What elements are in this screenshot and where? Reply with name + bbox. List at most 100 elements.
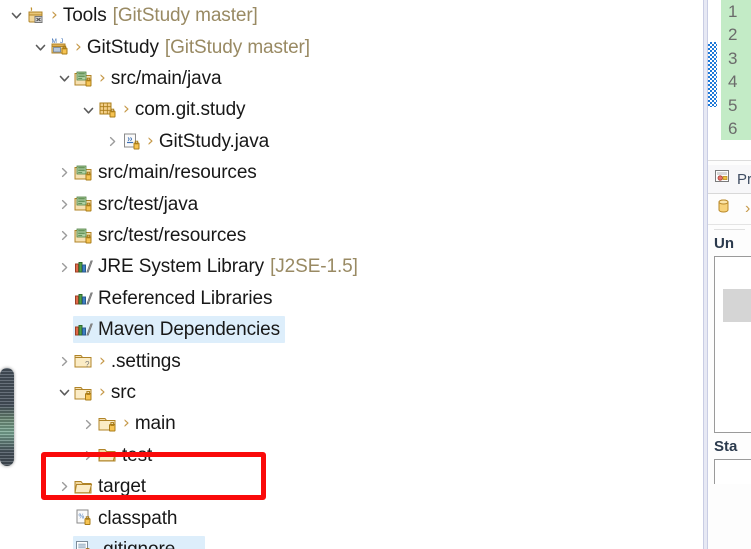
chevron-right-icon[interactable] [56,355,73,368]
maven-java-project-icon: MJ [49,36,71,58]
tree-row-label: src/main/java [110,68,222,90]
chevron-right-icon: › [745,200,751,217]
text-editor[interactable]: 1 2 3 4 5 6 [708,0,751,161]
chevron-right-icon[interactable] [80,418,97,431]
tree-row[interactable]: Maven Dependencies [0,314,703,345]
git-staging-toolbar[interactable]: › [708,194,751,225]
tree-row-suffix: [GitStudy master] [164,36,310,58]
folder-icon [97,444,119,466]
chevron-right-icon[interactable] [56,261,73,274]
tree-row-label: test [122,444,153,466]
library-icon [73,256,95,278]
tree-row[interactable]: M J › GitStudy [GitStudy master] [0,31,703,62]
chevron-right-icon[interactable] [56,198,73,211]
tree-row[interactable]: › src/main/java [0,63,703,94]
decorator-chevron-icon: › [99,68,106,89]
staged-changes-title: Sta [714,438,738,455]
source-folder-icon [73,193,95,215]
repository-icon[interactable] [716,198,738,220]
tree-row[interactable]: › src [0,377,703,408]
tree-row-label: JRE System Library [98,256,265,278]
tree-row[interactable]: src/test/resources [0,220,703,251]
vertical-scrollbar-thumb[interactable] [0,368,14,466]
line-number: 2 [728,25,738,45]
tree-row-suffix: [J2SE-1.5] [270,256,358,278]
tree-row-label: Tools [62,5,107,27]
package-explorer-panel[interactable]: › Tools [GitStudy master] M J › GitStudy [GitSt… [0,0,703,549]
tree-row[interactable]: % classpath [0,502,703,533]
java-file-icon [121,131,143,153]
git-staging-view[interactable]: Pr › Un Sta [708,165,751,549]
line-number: 4 [728,72,738,92]
tree-row-label: src/test/java [98,193,199,215]
tree-row[interactable]: ? › .settings [0,345,703,376]
unstaged-list-item[interactable] [723,289,751,322]
decorator-chevron-icon: › [51,5,58,26]
tree-row[interactable]: Referenced Libraries [0,283,703,314]
tree-row[interactable]: src/test/java [0,188,703,219]
tree-row[interactable]: test [0,439,703,470]
classpath-file-icon: % [73,507,95,529]
chevron-down-icon[interactable] [56,72,73,85]
svg-text:%: % [79,513,85,521]
tree-row[interactable]: › com.git.study [0,94,703,125]
tree-row-label: .settings [110,350,181,372]
tree-row-label: src [110,381,136,403]
chevron-down-icon[interactable] [56,386,73,399]
tree-row-label: GitStudy.java [158,130,270,152]
tree-row-label: src/test/resources [98,225,247,247]
staged-changes-list[interactable] [714,459,751,484]
change-ruler-marker [708,42,717,107]
gitignore-file-icon [73,539,95,549]
tree-row-label: Maven Dependencies [98,319,280,341]
git-staging-tab[interactable]: Pr [708,165,751,194]
unstaged-changes-list[interactable] [714,256,751,433]
line-number: 6 [728,118,738,138]
folder-hidden-icon: ? [73,350,95,372]
source-folder-icon [73,225,95,247]
tree-row[interactable]: src/main/resources [0,157,703,188]
chevron-right-icon[interactable] [80,449,97,462]
tree-row-label: main [134,413,176,435]
source-folder-icon [73,162,95,184]
java-working-set-icon [25,5,47,27]
decorator-chevron-icon: › [99,381,106,402]
chevron-right-icon[interactable] [56,229,73,242]
decorator-chevron-icon: › [75,36,82,57]
chevron-right-icon[interactable] [104,135,121,148]
chevron-down-icon[interactable] [80,104,97,117]
tree-row[interactable]: target [0,471,703,502]
tree-row-label: com.git.study [134,99,246,121]
line-number-gutter: 1 2 3 4 5 6 [721,0,751,140]
tree-row-label: GitStudy [86,36,159,58]
folder-git-icon [73,382,95,404]
line-number: 5 [728,95,738,115]
chevron-down-icon[interactable] [32,41,49,54]
tree-row[interactable]: JRE System Library [J2SE-1.5] [0,251,703,282]
right-pane: 123456 Pr › Un Sta [708,0,751,549]
chevron-right-icon[interactable] [56,480,73,493]
chevron-down-icon[interactable] [8,9,25,22]
git-staging-tab-label: Pr [737,170,751,188]
tree-row[interactable]: .gitignore [0,534,703,549]
library-icon [73,288,95,310]
package-icon [97,99,119,121]
chevron-right-icon[interactable] [56,166,73,179]
svg-text:?: ? [85,360,90,369]
source-folder-icon [73,68,95,90]
tree-row[interactable]: › main [0,408,703,439]
folder-icon [73,476,95,498]
tree-row-label: src/main/resources [98,162,257,184]
decorator-chevron-icon: › [99,350,106,371]
tree-row-label: classpath [98,507,178,529]
git-staging-icon [714,168,731,190]
folder-git-icon [97,413,119,435]
line-number: 3 [728,48,738,68]
tree-row-label: .gitignore [98,534,175,549]
tree-row-label: target [98,476,146,498]
tree-row[interactable]: › Tools [GitStudy master] [0,0,703,31]
tree-row-suffix: [GitStudy master] [112,5,258,27]
project-tree[interactable]: › Tools [GitStudy master] M J › GitStudy [GitSt… [0,0,703,549]
tree-row[interactable]: › GitStudy.java [0,126,703,157]
decorator-chevron-icon: › [147,130,154,151]
